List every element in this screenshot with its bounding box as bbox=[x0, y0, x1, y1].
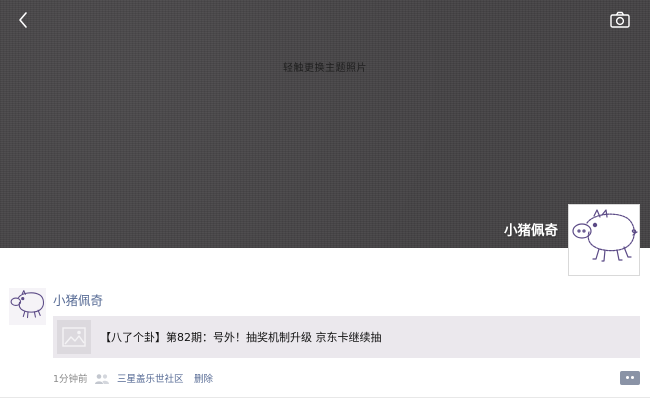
back-icon[interactable] bbox=[12, 8, 36, 32]
cover-username: 小猪佩奇 bbox=[504, 223, 558, 239]
camera-icon[interactable] bbox=[608, 9, 632, 31]
divider bbox=[0, 397, 650, 398]
post-location[interactable]: 三星盖乐世社区 bbox=[117, 371, 184, 385]
cover-photo[interactable]: 轻触更换主题照片 小猪佩奇 bbox=[0, 0, 650, 248]
pig-doodle-icon bbox=[10, 290, 45, 319]
comment-dot bbox=[631, 376, 634, 379]
post-author-name[interactable]: 小猪佩奇 bbox=[53, 290, 103, 309]
post-time: 1分钟前 bbox=[53, 374, 88, 385]
comment-icon[interactable] bbox=[620, 371, 640, 385]
image-placeholder-icon bbox=[57, 320, 91, 354]
shared-link-card[interactable]: 【八了个卦】第82期：号外！抽奖机制升级 京东卡继续抽 bbox=[53, 316, 640, 358]
delete-button[interactable]: 删除 bbox=[194, 371, 213, 385]
profile-avatar[interactable] bbox=[568, 204, 640, 276]
cover-change-hint[interactable]: 轻触更换主题照片 bbox=[0, 59, 650, 74]
shared-link-title: 【八了个卦】第82期：号外！抽奖机制升级 京东卡继续抽 bbox=[100, 331, 382, 344]
post-author-avatar[interactable] bbox=[9, 288, 46, 325]
comment-dot bbox=[626, 376, 629, 379]
group-icon bbox=[94, 370, 110, 384]
pig-doodle-icon bbox=[572, 209, 638, 262]
